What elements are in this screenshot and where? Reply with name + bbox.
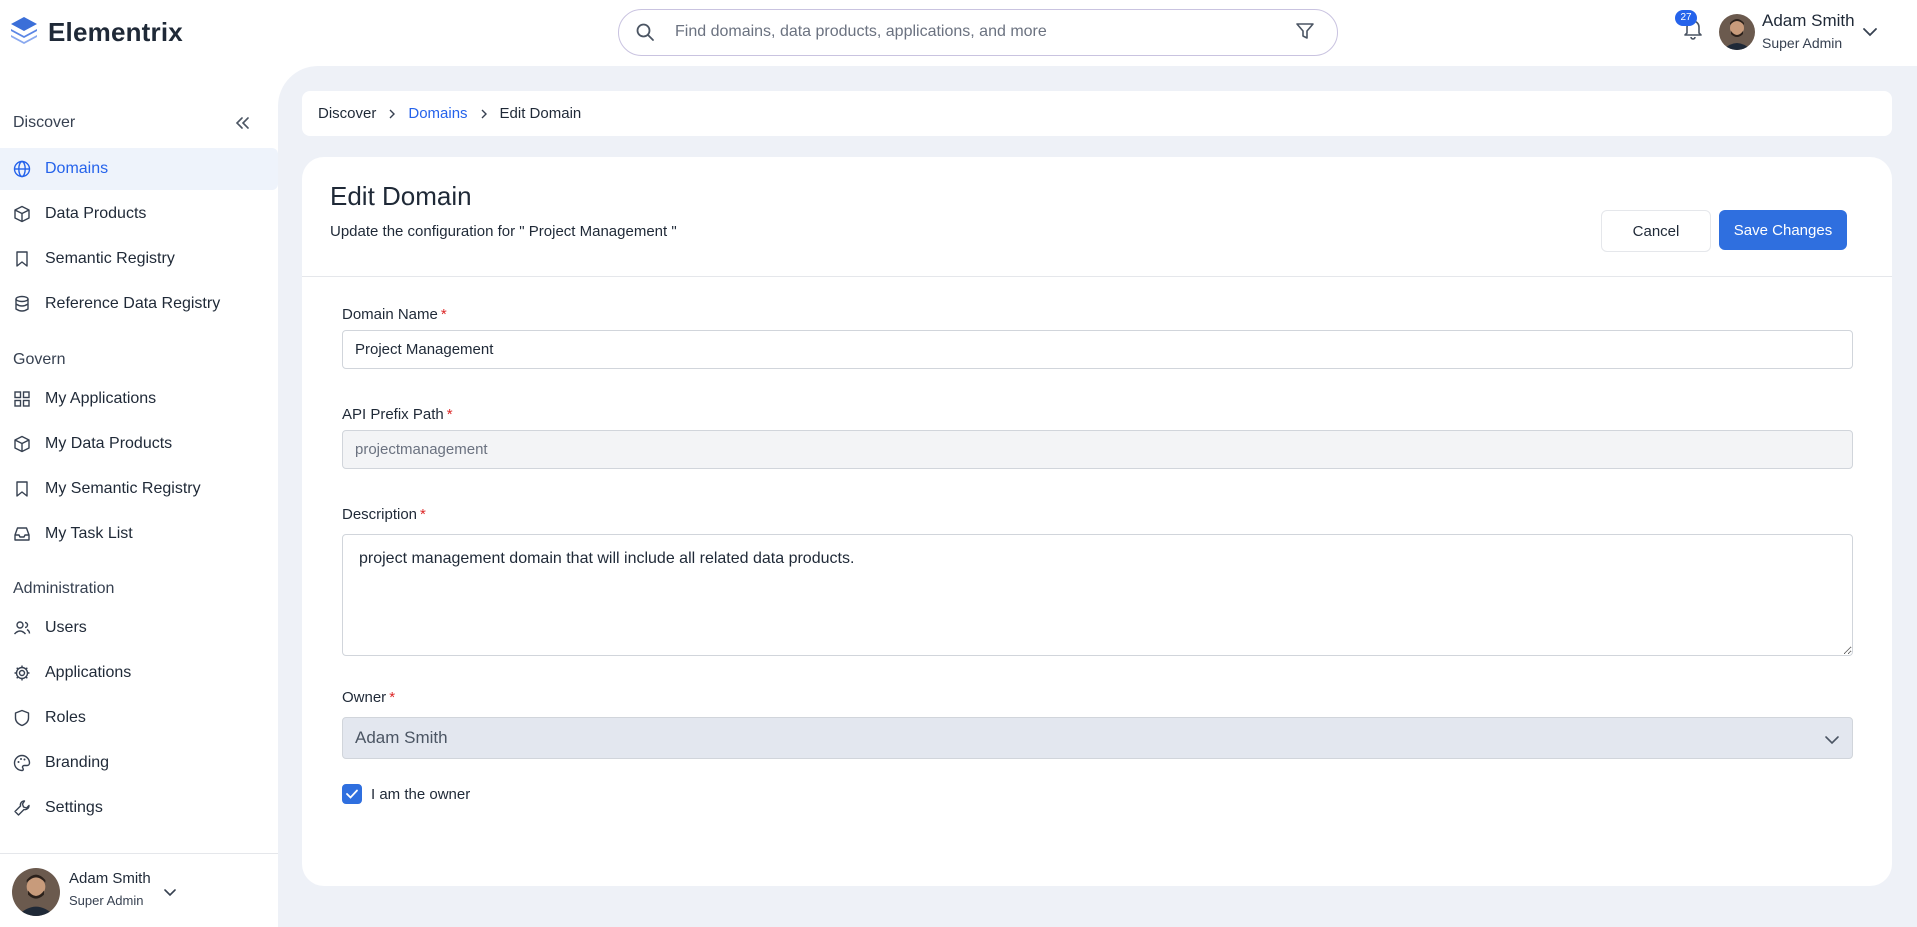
sidebar-item-label: My Applications bbox=[45, 390, 157, 407]
notification-badge: 27 bbox=[1675, 10, 1697, 26]
globe-icon bbox=[13, 160, 31, 178]
description-label: Description * bbox=[342, 506, 426, 523]
sidebar-item-label: Applications bbox=[45, 664, 132, 681]
sidebar-item-label: Domains bbox=[45, 160, 109, 177]
cube-icon bbox=[13, 435, 31, 453]
database-icon bbox=[13, 295, 31, 313]
chevron-down-icon bbox=[1824, 730, 1840, 750]
chevron-right-icon bbox=[388, 108, 396, 120]
user-name: Adam Smith bbox=[69, 870, 151, 887]
layers-icon bbox=[8, 14, 40, 51]
cube-icon bbox=[13, 205, 31, 223]
owner-label: Owner * bbox=[342, 689, 396, 706]
filter-icon[interactable] bbox=[1295, 21, 1315, 46]
global-search[interactable] bbox=[618, 9, 1338, 56]
sidebar-item-semantic-registry[interactable]: Semantic Registry bbox=[0, 238, 278, 280]
page-subtitle: Update the configuration for " Project M… bbox=[330, 223, 677, 240]
section-title-administration: Administration bbox=[13, 580, 115, 597]
user-role: Super Admin bbox=[1762, 35, 1843, 51]
search-icon bbox=[635, 22, 655, 47]
top-bar: Elementrix 27 Adam Smith Super Admin bbox=[0, 0, 1917, 66]
sidebar-item-label: My Task List bbox=[45, 525, 133, 542]
owner-checkbox-label[interactable]: I am the owner bbox=[371, 786, 470, 803]
api-prefix-field bbox=[342, 430, 1853, 469]
breadcrumb-discover[interactable]: Discover bbox=[318, 105, 376, 122]
description-field[interactable]: project management domain that will incl… bbox=[342, 534, 1853, 656]
required-marker: * bbox=[440, 306, 447, 323]
sidebar-item-my-applications[interactable]: My Applications bbox=[0, 378, 278, 420]
api-prefix-label: API Prefix Path * bbox=[342, 406, 453, 423]
sidebar-item-my-semantic-registry[interactable]: My Semantic Registry bbox=[0, 468, 278, 510]
sidebar-item-reference-data-registry[interactable]: Reference Data Registry bbox=[0, 283, 278, 325]
breadcrumb-domains[interactable]: Domains bbox=[408, 105, 467, 122]
user-name: Adam Smith bbox=[1762, 11, 1855, 30]
shield-icon bbox=[13, 709, 31, 727]
sidebar-item-label: Data Products bbox=[45, 205, 147, 222]
sidebar-item-data-products[interactable]: Data Products bbox=[0, 193, 278, 235]
sidebar-item-label: Semantic Registry bbox=[45, 250, 175, 267]
sidebar-item-label: Roles bbox=[45, 709, 86, 726]
inbox-icon bbox=[13, 525, 31, 543]
required-marker: * bbox=[389, 689, 396, 706]
search-input[interactable] bbox=[675, 18, 1275, 46]
chevron-down-icon[interactable] bbox=[1862, 24, 1878, 42]
sidebar-item-label: Reference Data Registry bbox=[45, 295, 221, 312]
domain-name-label: Domain Name * bbox=[342, 306, 447, 323]
domain-name-field[interactable] bbox=[342, 330, 1853, 369]
chevron-down-icon[interactable] bbox=[163, 884, 177, 902]
sidebar-item-domains[interactable]: Domains bbox=[0, 148, 278, 190]
required-marker: * bbox=[446, 406, 453, 423]
sidebar-item-label: Branding bbox=[45, 754, 110, 771]
owner-checkbox[interactable] bbox=[342, 784, 362, 804]
app-logo[interactable]: Elementrix bbox=[8, 14, 183, 51]
avatar[interactable] bbox=[1719, 14, 1755, 50]
sidebar-item-label: My Data Products bbox=[45, 435, 173, 452]
wrench-icon bbox=[13, 799, 31, 817]
sidebar-user-profile[interactable]: Adam Smith Super Admin bbox=[0, 853, 278, 927]
breadcrumb-current: Edit Domain bbox=[499, 105, 582, 122]
collapse-sidebar-icon[interactable] bbox=[234, 116, 250, 135]
sidebar-item-settings[interactable]: Settings bbox=[0, 787, 278, 829]
sidebar-item-label: Users bbox=[45, 619, 87, 636]
app-name: Elementrix bbox=[48, 17, 183, 47]
bookmark-icon bbox=[13, 250, 31, 268]
gear-icon bbox=[13, 664, 31, 682]
required-marker: * bbox=[420, 506, 426, 523]
sidebar: Discover Domains Data Products Semantic … bbox=[0, 66, 278, 927]
sidebar-item-applications[interactable]: Applications bbox=[0, 652, 278, 694]
divider bbox=[302, 276, 1892, 277]
sidebar-item-my-data-products[interactable]: My Data Products bbox=[0, 423, 278, 465]
sidebar-item-roles[interactable]: Roles bbox=[0, 697, 278, 739]
sidebar-item-label: Settings bbox=[45, 799, 103, 816]
palette-icon bbox=[13, 754, 31, 772]
section-title-govern: Govern bbox=[13, 351, 66, 368]
grid-icon bbox=[13, 390, 31, 408]
page-title: Edit Domain bbox=[330, 181, 472, 211]
owner-selected-value: Adam Smith bbox=[355, 728, 448, 747]
sidebar-item-branding[interactable]: Branding bbox=[0, 742, 278, 784]
owner-select[interactable]: Adam Smith bbox=[342, 717, 1853, 759]
chevron-right-icon bbox=[480, 108, 488, 120]
breadcrumb: Discover Domains Edit Domain bbox=[302, 91, 1892, 136]
edit-domain-card: Edit Domain Update the configuration for… bbox=[302, 157, 1892, 886]
cancel-button[interactable]: Cancel bbox=[1601, 210, 1711, 252]
save-changes-button[interactable]: Save Changes bbox=[1719, 210, 1847, 250]
bookmark-icon bbox=[13, 480, 31, 498]
section-title-discover: Discover bbox=[13, 114, 76, 131]
users-icon bbox=[13, 619, 31, 637]
sidebar-item-my-task-list[interactable]: My Task List bbox=[0, 513, 278, 555]
avatar bbox=[12, 868, 60, 916]
owner-checkbox-row: I am the owner bbox=[342, 784, 470, 804]
sidebar-item-label: My Semantic Registry bbox=[45, 480, 201, 497]
sidebar-item-users[interactable]: Users bbox=[0, 607, 278, 649]
check-icon bbox=[346, 789, 358, 799]
user-role: Super Admin bbox=[69, 893, 144, 908]
